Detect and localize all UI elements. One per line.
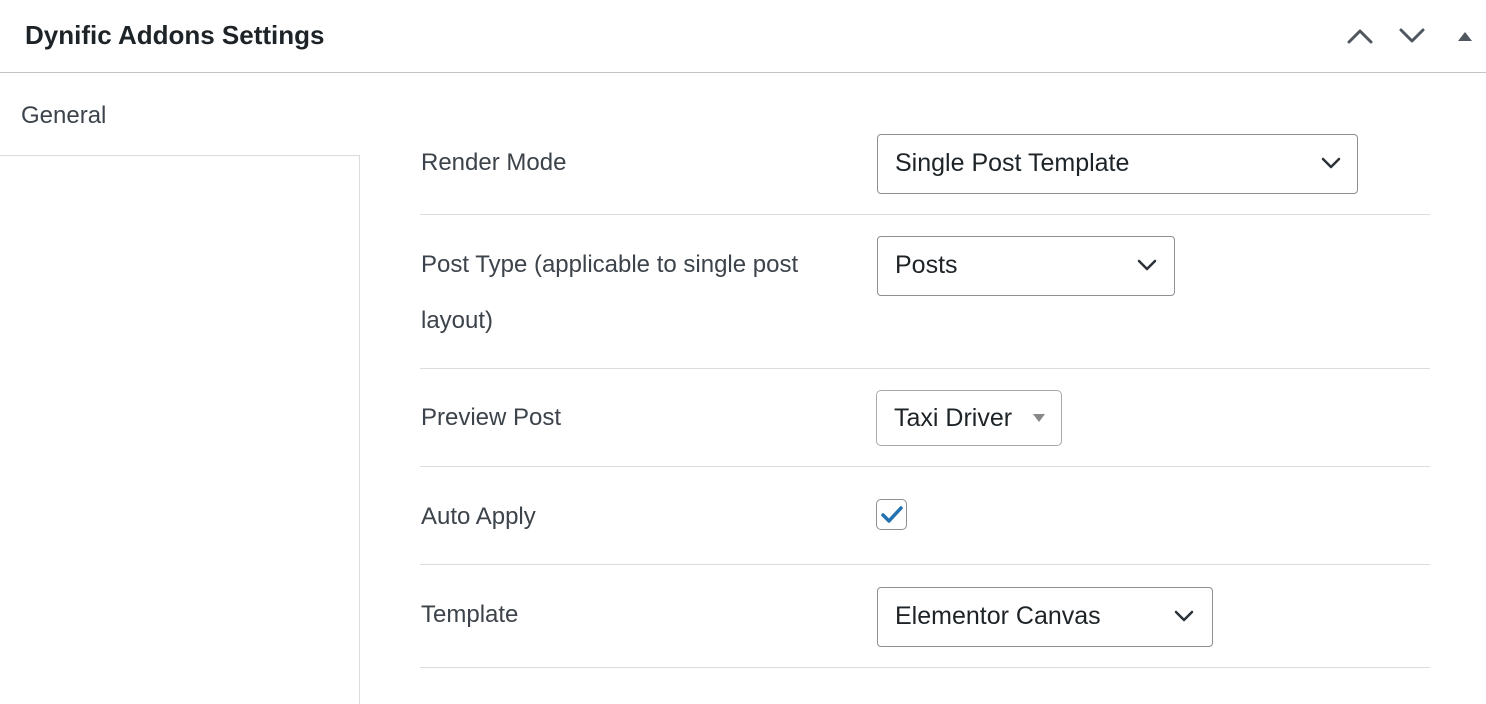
settings-metabox: Dynific Addons Settings General Render M…: [0, 0, 1486, 704]
triangle-up-icon: [1458, 32, 1472, 41]
field-row-render-mode: Render Mode Single Post Template: [420, 110, 1430, 215]
chevron-down-icon: [1321, 157, 1341, 169]
render-mode-select[interactable]: Single Post Template: [877, 134, 1358, 194]
post-type-select[interactable]: Posts: [877, 236, 1175, 296]
field-row-preview-post: Preview Post Taxi Driver: [420, 369, 1430, 467]
auto-apply-checkbox[interactable]: [876, 499, 907, 530]
field-row-post-type: Post Type (applicable to single post lay…: [420, 215, 1430, 369]
move-down-button[interactable]: [1392, 16, 1432, 56]
chevron-up-icon: [1347, 29, 1373, 44]
post-type-label-line1: Post Type (applicable to single post: [421, 251, 799, 278]
chevron-down-icon: [1174, 610, 1194, 622]
template-select[interactable]: Elementor Canvas: [877, 587, 1213, 647]
toggle-panel-button[interactable]: [1445, 16, 1485, 56]
post-type-value: Posts: [895, 251, 958, 279]
template-value: Elementor Canvas: [895, 602, 1101, 630]
post-type-label-line2: layout): [421, 307, 494, 334]
move-up-button[interactable]: [1340, 16, 1380, 56]
tab-general-label: General: [21, 102, 107, 129]
metabox-title: Dynific Addons Settings: [25, 20, 325, 50]
field-row-template: Template Elementor Canvas: [420, 565, 1430, 668]
preview-post-value: Taxi Driver: [894, 404, 1013, 432]
tabs-sidebar: General: [0, 73, 360, 704]
caret-down-icon: [1033, 414, 1045, 422]
chevron-down-icon: [1137, 259, 1157, 271]
tab-general[interactable]: General: [0, 73, 360, 156]
render-mode-value: Single Post Template: [895, 149, 1130, 177]
preview-post-label: Preview Post: [421, 404, 562, 431]
preview-post-select[interactable]: Taxi Driver: [876, 390, 1062, 446]
tabs-sidebar-empty: [0, 156, 360, 704]
auto-apply-label: Auto Apply: [421, 503, 536, 530]
render-mode-label: Render Mode: [421, 149, 567, 176]
checkmark-icon: [881, 506, 903, 523]
chevron-down-icon: [1399, 28, 1425, 43]
field-row-auto-apply: Auto Apply: [420, 467, 1430, 565]
metabox-header: Dynific Addons Settings: [0, 0, 1486, 73]
template-label: Template: [421, 601, 519, 628]
